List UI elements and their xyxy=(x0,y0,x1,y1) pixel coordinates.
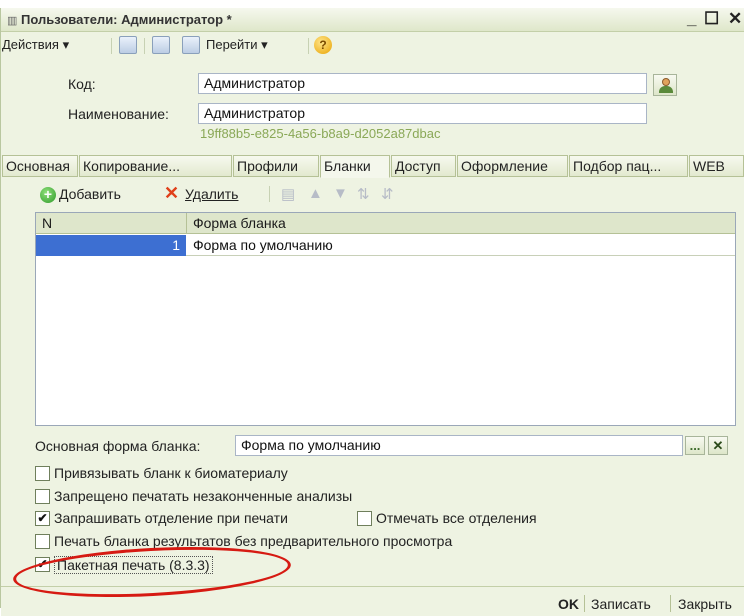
refresh-icon[interactable] xyxy=(152,36,170,54)
clear-button[interactable]: ✕ xyxy=(708,436,728,455)
tab-main[interactable]: Основная xyxy=(2,155,78,177)
main-form-field[interactable]: Форма по умолчанию xyxy=(235,435,683,456)
user-form-window: ▥ Пользователи: Администратор * _ ☐ ✕ Де… xyxy=(0,8,744,616)
window-title: Пользователи: Администратор * xyxy=(21,12,232,27)
close-window-button[interactable]: ✕ xyxy=(728,9,742,29)
user-picker-button[interactable] xyxy=(653,74,677,96)
toolbar-separator xyxy=(269,186,270,202)
sort-descending-icon[interactable]: ⇵ xyxy=(381,185,394,203)
footer-separator xyxy=(670,595,671,612)
footer-separator xyxy=(584,595,585,612)
delete-button[interactable]: Удалить xyxy=(185,186,238,202)
ask-department-label: Запрашивать отделение при печати xyxy=(54,510,288,526)
goto-menu[interactable]: Перейти ▾ xyxy=(206,37,268,53)
main-toolbar: Действия ▾ Перейти ▾ ? xyxy=(1,33,744,59)
tab-appearance[interactable]: Оформление xyxy=(457,155,568,177)
edit-icon[interactable]: ▤ xyxy=(281,185,295,203)
mark-all-departments-label: Отмечать все отделения xyxy=(376,510,537,526)
ask-department-checkbox[interactable]: ✔ xyxy=(35,511,50,526)
delete-icon[interactable]: ✕ xyxy=(164,183,179,204)
toolbar-separator xyxy=(308,38,309,54)
tab-profiles[interactable]: Профили xyxy=(233,155,319,177)
close-button[interactable]: Закрыть xyxy=(678,596,732,612)
bind-to-biomaterial-checkbox[interactable] xyxy=(35,466,50,481)
mark-all-departments-checkbox[interactable] xyxy=(357,511,372,526)
form-icon: ▥ xyxy=(7,15,18,27)
tab-copy[interactable]: Копирование... xyxy=(79,155,232,177)
main-form-label: Основная форма бланка: xyxy=(35,438,201,454)
title-bar: ▥ Пользователи: Администратор * _ ☐ ✕ xyxy=(1,8,744,32)
code-field[interactable]: Администратор xyxy=(198,73,647,94)
tab-blanks[interactable]: Бланки xyxy=(320,155,390,178)
code-label: Код: xyxy=(68,76,96,92)
tab-web[interactable]: WEB xyxy=(689,155,744,177)
copy-icon[interactable] xyxy=(182,36,200,54)
help-icon[interactable]: ? xyxy=(314,36,332,54)
add-icon[interactable]: + xyxy=(40,187,56,203)
name-field[interactable]: Администратор xyxy=(198,103,647,124)
add-button[interactable]: Добавить xyxy=(59,186,121,202)
row-number-cell[interactable]: 1 xyxy=(36,235,186,256)
actions-menu[interactable]: Действия ▾ xyxy=(2,37,69,53)
sort-ascending-icon[interactable]: ⇅ xyxy=(357,185,370,203)
toolbar-separator xyxy=(111,38,112,54)
blanks-table[interactable]: N Форма бланка 1 Форма по умолчанию xyxy=(35,212,736,426)
forbid-unfinished-label: Запрещено печатать незаконченные анализы xyxy=(54,488,353,504)
name-label: Наименование: xyxy=(68,106,169,122)
print-without-preview-label: Печать бланка результатов без предварите… xyxy=(54,533,453,549)
user-icon-body xyxy=(659,86,673,93)
tab-patient-selection[interactable]: Подбор пац... xyxy=(569,155,688,177)
tab-strip: Основная Копирование... Профили Бланки Д… xyxy=(1,155,744,178)
bind-to-biomaterial-label: Привязывать бланк к биоматериалу xyxy=(54,465,288,481)
forbid-unfinished-checkbox[interactable] xyxy=(35,489,50,504)
maximize-button[interactable]: ☐ xyxy=(704,9,719,29)
save-and-close-icon[interactable] xyxy=(119,36,137,54)
toolbar-separator xyxy=(144,38,145,54)
tab-access[interactable]: Доступ xyxy=(391,155,456,177)
user-icon xyxy=(662,78,670,86)
ok-button[interactable]: OK xyxy=(558,596,579,612)
select-button[interactable]: ... xyxy=(685,436,705,455)
minimize-button[interactable]: _ xyxy=(687,9,696,29)
form-name-cell[interactable]: Форма по умолчанию xyxy=(187,235,339,256)
move-up-icon[interactable]: ▲ xyxy=(308,185,323,202)
column-header-form[interactable]: Форма бланка xyxy=(187,213,735,234)
print-without-preview-checkbox[interactable] xyxy=(35,534,50,549)
save-button[interactable]: Записать xyxy=(591,596,651,612)
guid-text: 19ff88b5-e825-4a56-b8a9-d2052a87dbac xyxy=(200,126,441,141)
table-row[interactable]: 1 Форма по умолчанию xyxy=(36,235,735,256)
column-header-n[interactable]: N xyxy=(36,213,187,234)
move-down-icon[interactable]: ▼ xyxy=(333,185,348,202)
